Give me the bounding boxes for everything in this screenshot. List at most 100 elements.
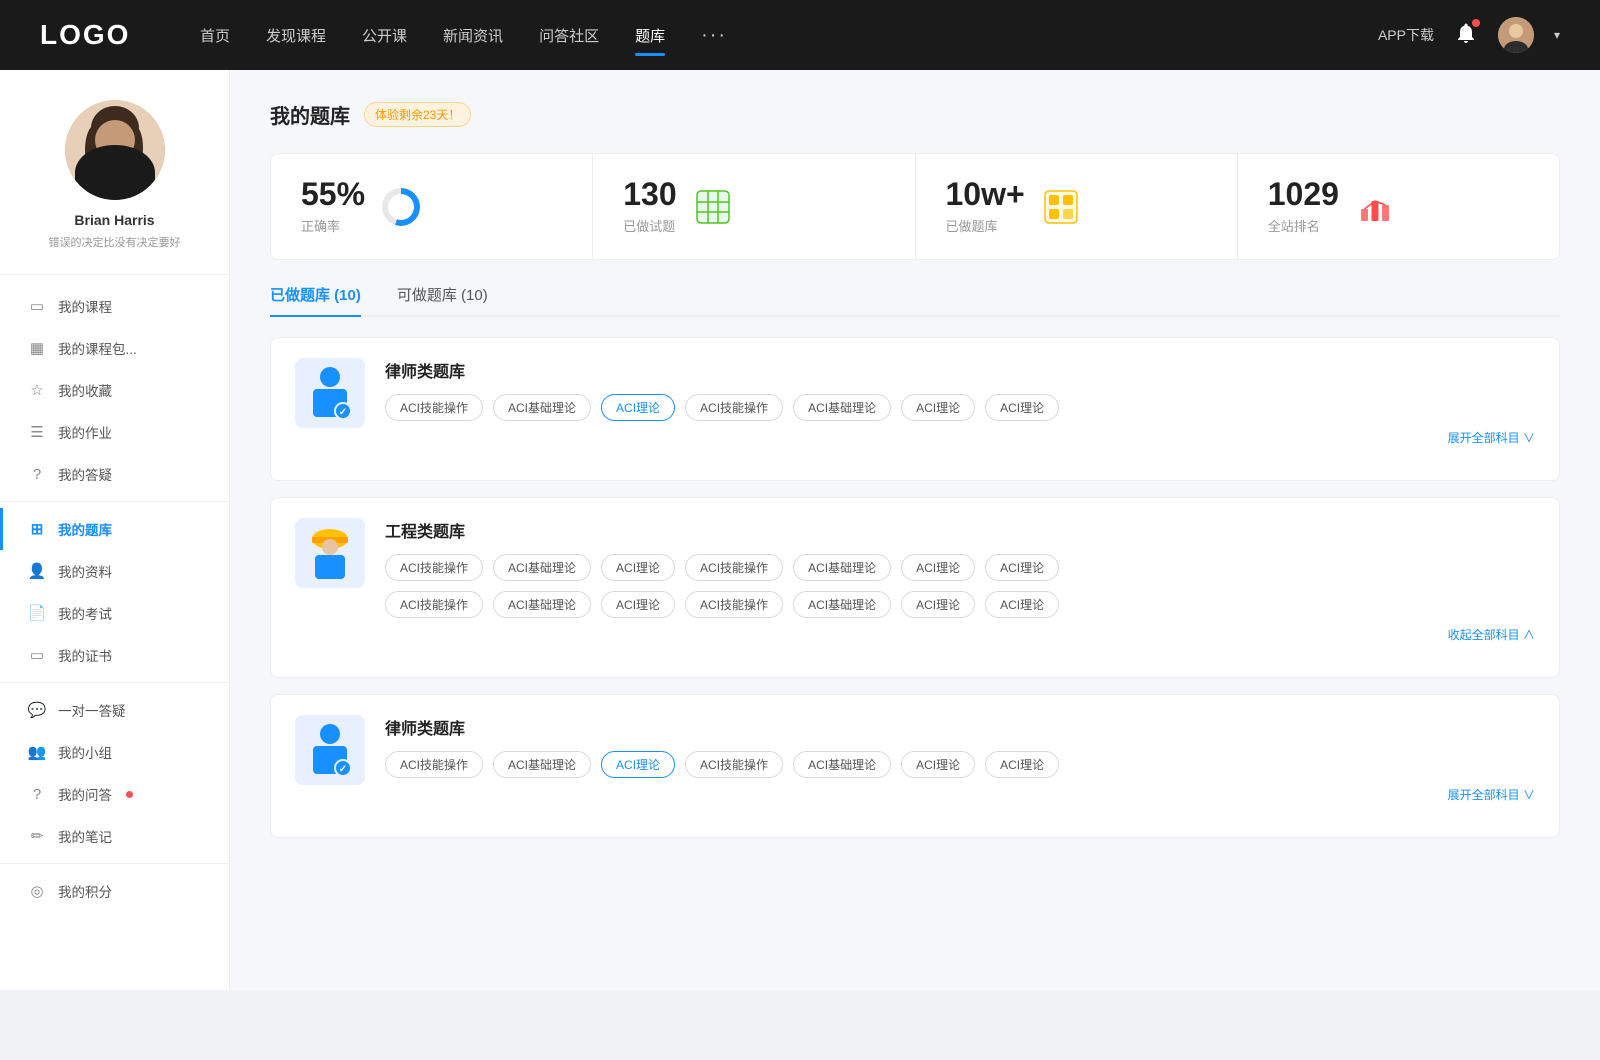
avatar-image [1498, 17, 1534, 53]
qbank-engineer-tags-row1: ACI技能操作 ACI基础理论 ACI理论 ACI技能操作 ACI基础理论 AC… [385, 554, 1535, 581]
tag[interactable]: ACI理论 [901, 394, 975, 421]
done-qbanks-label: 已做题库 [946, 216, 1025, 235]
tag[interactable]: ACI基础理论 [493, 554, 591, 581]
sidebar-item-exams[interactable]: 📄 我的考试 [0, 592, 229, 634]
avatar-svg [65, 100, 165, 200]
tag[interactable]: ACI理论 [601, 554, 675, 581]
logo: LOGO [40, 19, 140, 51]
qbank-engineer-title: 工程类题库 [385, 518, 1535, 542]
tag[interactable]: ACI技能操作 [685, 751, 783, 778]
sidebar-item-my-courses[interactable]: ▭ 我的课程 [0, 285, 229, 327]
profile-name: Brian Harris [74, 212, 154, 228]
lawyer-2-figure-icon: ✓ [305, 722, 355, 778]
tag[interactable]: ACI理论 [901, 554, 975, 581]
trial-badge: 体验剩余23天！ [364, 102, 471, 127]
rank-value: 1029 [1268, 178, 1339, 210]
tag-active[interactable]: ACI理论 [601, 394, 675, 421]
sidebar-item-1on1-qa[interactable]: 💬 一对一答疑 [0, 689, 229, 731]
tag[interactable]: ACI技能操作 [385, 591, 483, 618]
tag[interactable]: ACI理论 [601, 591, 675, 618]
notification-bell[interactable] [1454, 21, 1478, 50]
user-avatar[interactable] [1498, 17, 1534, 53]
tab-available-qbanks[interactable]: 可做题库 (10) [397, 284, 488, 315]
done-qbanks-value: 10w+ [946, 178, 1025, 210]
qbank-lawyer-2-tags: ACI技能操作 ACI基础理论 ACI理论 ACI技能操作 ACI基础理论 AC… [385, 751, 1535, 778]
app-download-button[interactable]: APP下载 [1378, 25, 1434, 45]
tag[interactable]: ACI基础理论 [793, 751, 891, 778]
exams-icon: 📄 [28, 604, 46, 622]
qbank-card-lawyer-1: ✓ 律师类题库 ACI技能操作 ACI基础理论 ACI理论 ACI技能操作 AC… [270, 337, 1560, 481]
nav-link-qbank[interactable]: 题库 [635, 21, 665, 50]
chart-red-icon [1357, 189, 1393, 225]
tag[interactable]: ACI基础理论 [493, 751, 591, 778]
profile-data-icon: 👤 [28, 562, 46, 580]
nav-link-opencourse[interactable]: 公开课 [362, 21, 407, 50]
tag[interactable]: ACI技能操作 [385, 394, 483, 421]
tag[interactable]: ACI理论 [985, 554, 1059, 581]
qbank-engineer-tags-row2: ACI技能操作 ACI基础理论 ACI理论 ACI技能操作 ACI基础理论 AC… [385, 591, 1535, 618]
tag[interactable]: ACI基础理论 [793, 591, 891, 618]
tag[interactable]: ACI技能操作 [385, 751, 483, 778]
my-courses-icon: ▭ [28, 297, 46, 315]
rank-icon [1355, 187, 1395, 227]
sidebar-item-certificates[interactable]: ▭ 我的证书 [0, 634, 229, 676]
expand-lawyer-2-link[interactable]: 展开全部科目 ∨ [385, 786, 1535, 803]
tag[interactable]: ACI理论 [901, 751, 975, 778]
stats-row: 55% 正确率 130 已做试题 [270, 153, 1560, 260]
collapse-engineer-link[interactable]: 收起全部科目 ∧ [385, 626, 1535, 643]
nav-link-news[interactable]: 新闻资讯 [443, 21, 503, 50]
tag[interactable]: ACI基础理论 [793, 554, 891, 581]
tag[interactable]: ACI技能操作 [685, 394, 783, 421]
1on1-qa-icon: 💬 [28, 701, 46, 719]
accuracy-icon [381, 187, 421, 227]
sidebar-item-my-qa[interactable]: ? 我的问答 [0, 773, 229, 815]
done-questions-icon [693, 187, 733, 227]
qbank-lawyer-1-tags: ACI技能操作 ACI基础理论 ACI理论 ACI技能操作 ACI基础理论 AC… [385, 394, 1535, 421]
done-questions-value: 130 [623, 178, 676, 210]
nav-link-qa[interactable]: 问答社区 [539, 21, 599, 50]
sidebar-item-profile-data[interactable]: 👤 我的资料 [0, 550, 229, 592]
tag[interactable]: ACI基础理论 [493, 591, 591, 618]
nav-link-discover[interactable]: 发现课程 [266, 21, 326, 50]
tag[interactable]: ACI技能操作 [685, 554, 783, 581]
tag-active[interactable]: ACI理论 [601, 751, 675, 778]
expand-lawyer-1-link[interactable]: 展开全部科目 ∨ [385, 429, 1535, 446]
sidebar-item-groups[interactable]: 👥 我的小组 [0, 731, 229, 773]
tag[interactable]: ACI技能操作 [685, 591, 783, 618]
qbank-card-engineer: 工程类题库 ACI技能操作 ACI基础理论 ACI理论 ACI技能操作 ACI基… [270, 497, 1560, 678]
nav-link-home[interactable]: 首页 [200, 21, 230, 50]
sidebar-item-my-questions[interactable]: ? 我的答疑 [0, 453, 229, 495]
sidebar-item-qbank[interactable]: ⊞ 我的题库 [0, 508, 229, 550]
sidebar-item-points[interactable]: ◎ 我的积分 [0, 870, 229, 912]
qa-notification-dot [126, 791, 133, 798]
course-packages-icon: ▦ [28, 339, 46, 357]
tab-done-qbanks[interactable]: 已做题库 (10) [270, 284, 361, 315]
page-header: 我的题库 体验剩余23天！ [270, 100, 1560, 129]
engineer-icon-wrap [295, 518, 365, 588]
nav-link-more[interactable]: ··· [701, 20, 727, 51]
avatar-image [65, 100, 165, 200]
sidebar-item-favorites[interactable]: ☆ 我的收藏 [0, 369, 229, 411]
sidebar: Brian Harris 错误的决定比没有决定要好 ▭ 我的课程 ▦ 我的课程包… [0, 70, 230, 990]
accuracy-label: 正确率 [301, 216, 365, 235]
sidebar-item-notes[interactable]: ✏ 我的笔记 [0, 815, 229, 857]
sidebar-divider-2 [0, 682, 229, 683]
tag[interactable]: ACI技能操作 [385, 554, 483, 581]
grid-yellow-icon [1043, 189, 1079, 225]
done-qbanks-icon [1041, 187, 1081, 227]
stat-done-qbanks: 10w+ 已做题库 [916, 154, 1238, 259]
tag[interactable]: ACI理论 [985, 591, 1059, 618]
avatar-chevron-icon[interactable]: ▾ [1554, 28, 1560, 42]
tag[interactable]: ACI理论 [985, 394, 1059, 421]
engineer-figure-icon [305, 525, 355, 581]
sidebar-item-homework[interactable]: ☰ 我的作业 [0, 411, 229, 453]
tag[interactable]: ACI基础理论 [493, 394, 591, 421]
tag[interactable]: ACI基础理论 [793, 394, 891, 421]
favorites-icon: ☆ [28, 381, 46, 399]
sidebar-item-course-packages[interactable]: ▦ 我的课程包... [0, 327, 229, 369]
grid-green-icon [695, 189, 731, 225]
lawyer-icon-wrap: ✓ [295, 358, 365, 428]
tag[interactable]: ACI理论 [985, 751, 1059, 778]
lawyer-figure-icon: ✓ [305, 365, 355, 421]
tag[interactable]: ACI理论 [901, 591, 975, 618]
